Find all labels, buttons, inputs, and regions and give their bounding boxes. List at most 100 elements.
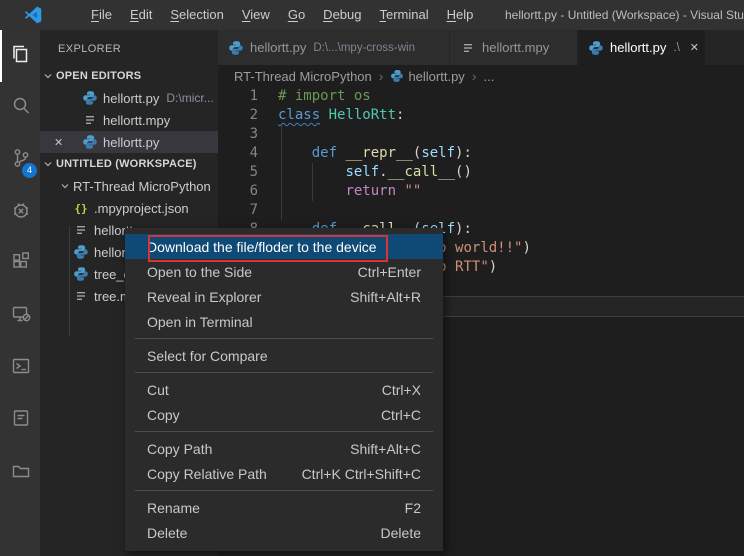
tree-indent-guide	[69, 226, 70, 336]
breadcrumb-item-hellortt-py[interactable]: hellortt.py	[390, 69, 464, 84]
context-item-label: Download the file/floder to the device	[147, 239, 421, 255]
code-line-7: 7	[218, 201, 744, 220]
open-editor-hellortt-py[interactable]: ✕ hellortt.py	[40, 131, 218, 153]
context-item-copy[interactable]: Copy Ctrl+C	[125, 402, 443, 427]
file-file-icon	[73, 288, 89, 304]
context-item-copy-path[interactable]: Copy Path Shift+Alt+C	[125, 436, 443, 461]
code-line-2: 2class HelloRtt:	[218, 106, 744, 125]
context-item-shortcut: Ctrl+Enter	[358, 264, 421, 280]
line-number: 3	[218, 125, 258, 144]
code-line-3: 3	[218, 125, 744, 144]
line-number: 7	[218, 201, 258, 220]
close-icon[interactable]: ✕	[690, 41, 699, 54]
menu-file[interactable]: File	[82, 7, 121, 22]
remote-device-icon	[8, 301, 34, 332]
context-item-shortcut: Shift+Alt+C	[350, 441, 421, 457]
activitybar-extensions[interactable]	[0, 238, 40, 290]
menu-selection[interactable]: Selection	[161, 7, 232, 22]
tab-label: hellortt.py	[610, 40, 666, 55]
folder-name: RT-Thread MicroPython	[73, 179, 211, 194]
python-file-icon	[73, 266, 89, 282]
tree-item-mpyproject-json[interactable]: {}.mpyproject.json	[40, 197, 218, 219]
activitybar-explorer[interactable]	[0, 30, 40, 82]
activitybar-folder[interactable]	[0, 446, 40, 498]
tab-hellortt-py[interactable]: hellortt.py.\✕	[578, 30, 706, 65]
python-file-icon	[82, 134, 98, 150]
chevron-down-icon	[43, 71, 53, 81]
activitybar-source-control[interactable]: 4	[0, 134, 40, 186]
tab-path-hint: D:\...\mpy-cross-win	[313, 42, 415, 54]
menu-help[interactable]: Help	[438, 7, 483, 22]
line-number: 1	[218, 87, 258, 106]
code-line-4: 4 def __repr__(self):	[218, 144, 744, 163]
context-item-label: Copy Path	[147, 441, 332, 457]
context-item-copy-relative-path[interactable]: Copy Relative PathCtrl+K Ctrl+Shift+C	[125, 461, 443, 486]
code-line-5: 5 self.__call__()	[218, 163, 744, 182]
code-line-6: 6 return ""	[218, 182, 744, 201]
context-item-label: Rename	[147, 500, 387, 516]
menu-debug[interactable]: Debug	[314, 7, 370, 22]
tab-hellortt-mpy[interactable]: hellortt.mpy	[450, 30, 578, 65]
activity-bar: 4	[0, 30, 40, 556]
context-item-label: Cut	[147, 382, 364, 398]
activitybar-debug[interactable]	[0, 186, 40, 238]
menu-terminal[interactable]: Terminal	[370, 7, 437, 22]
context-item-delete[interactable]: DeleteDelete	[125, 520, 443, 545]
file-file-icon	[460, 40, 476, 56]
python-file-icon	[228, 40, 244, 56]
breadcrumb-item-more[interactable]: ...	[483, 69, 494, 84]
file-file-icon	[82, 112, 98, 128]
line-number: 2	[218, 106, 258, 125]
context-item-select-for-compare[interactable]: Select for Compare	[125, 343, 443, 368]
folder-icon	[8, 457, 34, 488]
menu-separator	[135, 372, 433, 373]
context-item-cut[interactable]: Cut Ctrl+X	[125, 377, 443, 402]
section-workspace[interactable]: UNTITLED (WORKSPACE)	[40, 153, 218, 175]
line-number: 6	[218, 182, 258, 201]
activitybar-output-notebook[interactable]	[0, 394, 40, 446]
scm-badge: 4	[22, 163, 37, 178]
chevron-down-icon	[43, 159, 53, 169]
folder-rt-thread-micropython[interactable]: RT-Thread MicroPython	[40, 175, 218, 197]
terminal-icon	[8, 353, 34, 384]
menu-separator	[135, 338, 433, 339]
tab-label: hellortt.py	[250, 40, 306, 55]
file-file-icon	[73, 222, 89, 238]
python-file-icon	[73, 244, 89, 260]
file-name: hellortt.py	[103, 91, 159, 106]
line-number: 4	[218, 144, 258, 163]
context-item-label: Copy	[147, 407, 363, 423]
activitybar-search[interactable]	[0, 82, 40, 134]
python-file-icon	[588, 40, 604, 56]
menu-go[interactable]: Go	[279, 7, 314, 22]
open-editor-hellortt-mpy[interactable]: hellortt.mpy	[40, 109, 218, 131]
tab-bar: hellortt.pyD:\...\mpy-cross-winhellortt.…	[218, 30, 744, 65]
python-file-icon	[390, 69, 404, 83]
activitybar-terminal[interactable]	[0, 342, 40, 394]
breadcrumb-item-rt-thread-micropython[interactable]: RT-Thread MicroPython	[234, 69, 372, 84]
context-item-download-the-file-floder-to-the-device[interactable]: Download the file/floder to the device	[125, 234, 443, 259]
context-item-shortcut: Ctrl+X	[382, 382, 421, 398]
context-item-label: Delete	[147, 525, 363, 541]
chevron-down-icon	[60, 181, 70, 191]
menu-view[interactable]: View	[233, 7, 279, 22]
tab-hellortt-py[interactable]: hellortt.py D:\...\mpy-cross-win	[218, 30, 450, 65]
line-number: 5	[218, 163, 258, 182]
activitybar-remote-device[interactable]	[0, 290, 40, 342]
context-menu: Download the file/floder to the device Op…	[125, 228, 443, 551]
context-item-open-to-the-side[interactable]: Open to the SideCtrl+Enter	[125, 259, 443, 284]
menubar: FileEditSelectionViewGoDebugTerminalHelp	[82, 6, 482, 24]
indent-guide	[281, 125, 282, 220]
context-item-reveal-in-explorer[interactable]: Reveal in ExplorerShift+Alt+R	[125, 284, 443, 309]
file-path-hint: D:\micr...	[166, 91, 213, 105]
file-name: hellortt.py	[103, 135, 159, 150]
open-editor-hellortt-py[interactable]: hellortt.py D:\micr...	[40, 87, 218, 109]
debug-icon	[8, 197, 34, 228]
context-item-shortcut: Ctrl+C	[381, 407, 421, 423]
close-icon[interactable]: ✕	[54, 136, 63, 149]
breadcrumb-separator: ›	[472, 68, 477, 84]
section-open-editors[interactable]: OPEN EDITORS	[40, 65, 218, 87]
context-item-open-in-terminal[interactable]: Open in Terminal	[125, 309, 443, 334]
context-item-rename[interactable]: RenameF2	[125, 495, 443, 520]
menu-edit[interactable]: Edit	[121, 7, 161, 22]
